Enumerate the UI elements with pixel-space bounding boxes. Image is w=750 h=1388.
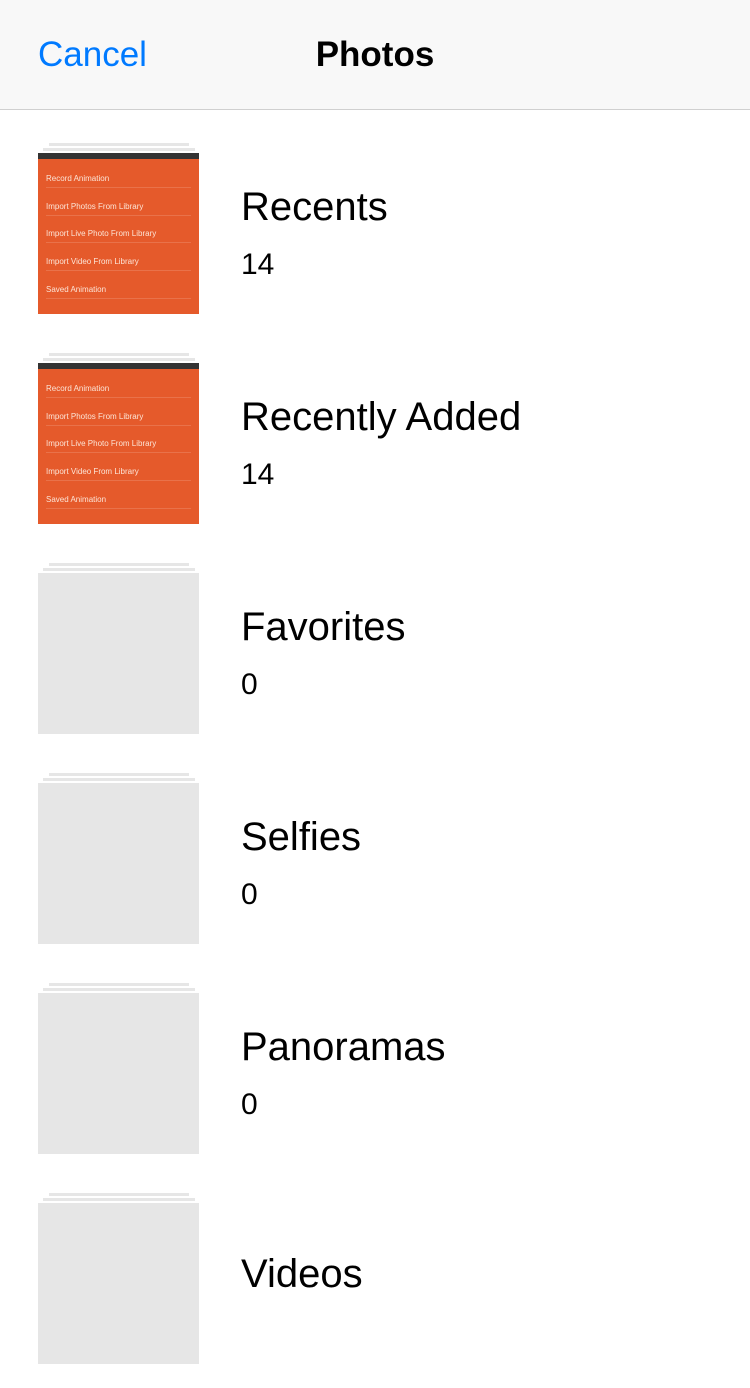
album-thumbnail <box>38 993 199 1154</box>
album-row-videos[interactable]: Videos <box>0 1178 750 1388</box>
album-row-favorites[interactable]: Favorites 0 <box>0 548 750 758</box>
album-list: Record Animation Import Photos From Libr… <box>0 110 750 1388</box>
album-info: Recently Added 14 <box>241 395 521 492</box>
album-name: Favorites <box>241 605 406 650</box>
album-info: Recents 14 <box>241 185 388 282</box>
album-row-recently-added[interactable]: Record Animation Import Photos From Libr… <box>0 338 750 548</box>
album-count: 14 <box>241 458 521 492</box>
album-thumbnail: Record Animation Import Photos From Libr… <box>38 153 199 314</box>
album-name: Videos <box>241 1252 363 1297</box>
album-thumbnail <box>38 783 199 944</box>
album-name: Recently Added <box>241 395 521 440</box>
album-count: 0 <box>241 1088 446 1122</box>
album-row-recents[interactable]: Record Animation Import Photos From Libr… <box>0 128 750 338</box>
album-info: Videos <box>241 1252 363 1315</box>
album-thumbnail <box>38 1203 199 1364</box>
album-row-selfies[interactable]: Selfies 0 <box>0 758 750 968</box>
album-count: 14 <box>241 248 388 282</box>
album-name: Selfies <box>241 815 361 860</box>
album-info: Favorites 0 <box>241 605 406 702</box>
album-info: Panoramas 0 <box>241 1025 446 1122</box>
album-name: Panoramas <box>241 1025 446 1070</box>
album-count: 0 <box>241 878 361 912</box>
album-name: Recents <box>241 185 388 230</box>
album-thumbnail: Record Animation Import Photos From Libr… <box>38 363 199 524</box>
album-thumbnail <box>38 573 199 734</box>
album-info: Selfies 0 <box>241 815 361 912</box>
album-count: 0 <box>241 668 406 702</box>
album-row-panoramas[interactable]: Panoramas 0 <box>0 968 750 1178</box>
header: Cancel Photos <box>0 0 750 110</box>
cancel-button[interactable]: Cancel <box>38 35 147 75</box>
